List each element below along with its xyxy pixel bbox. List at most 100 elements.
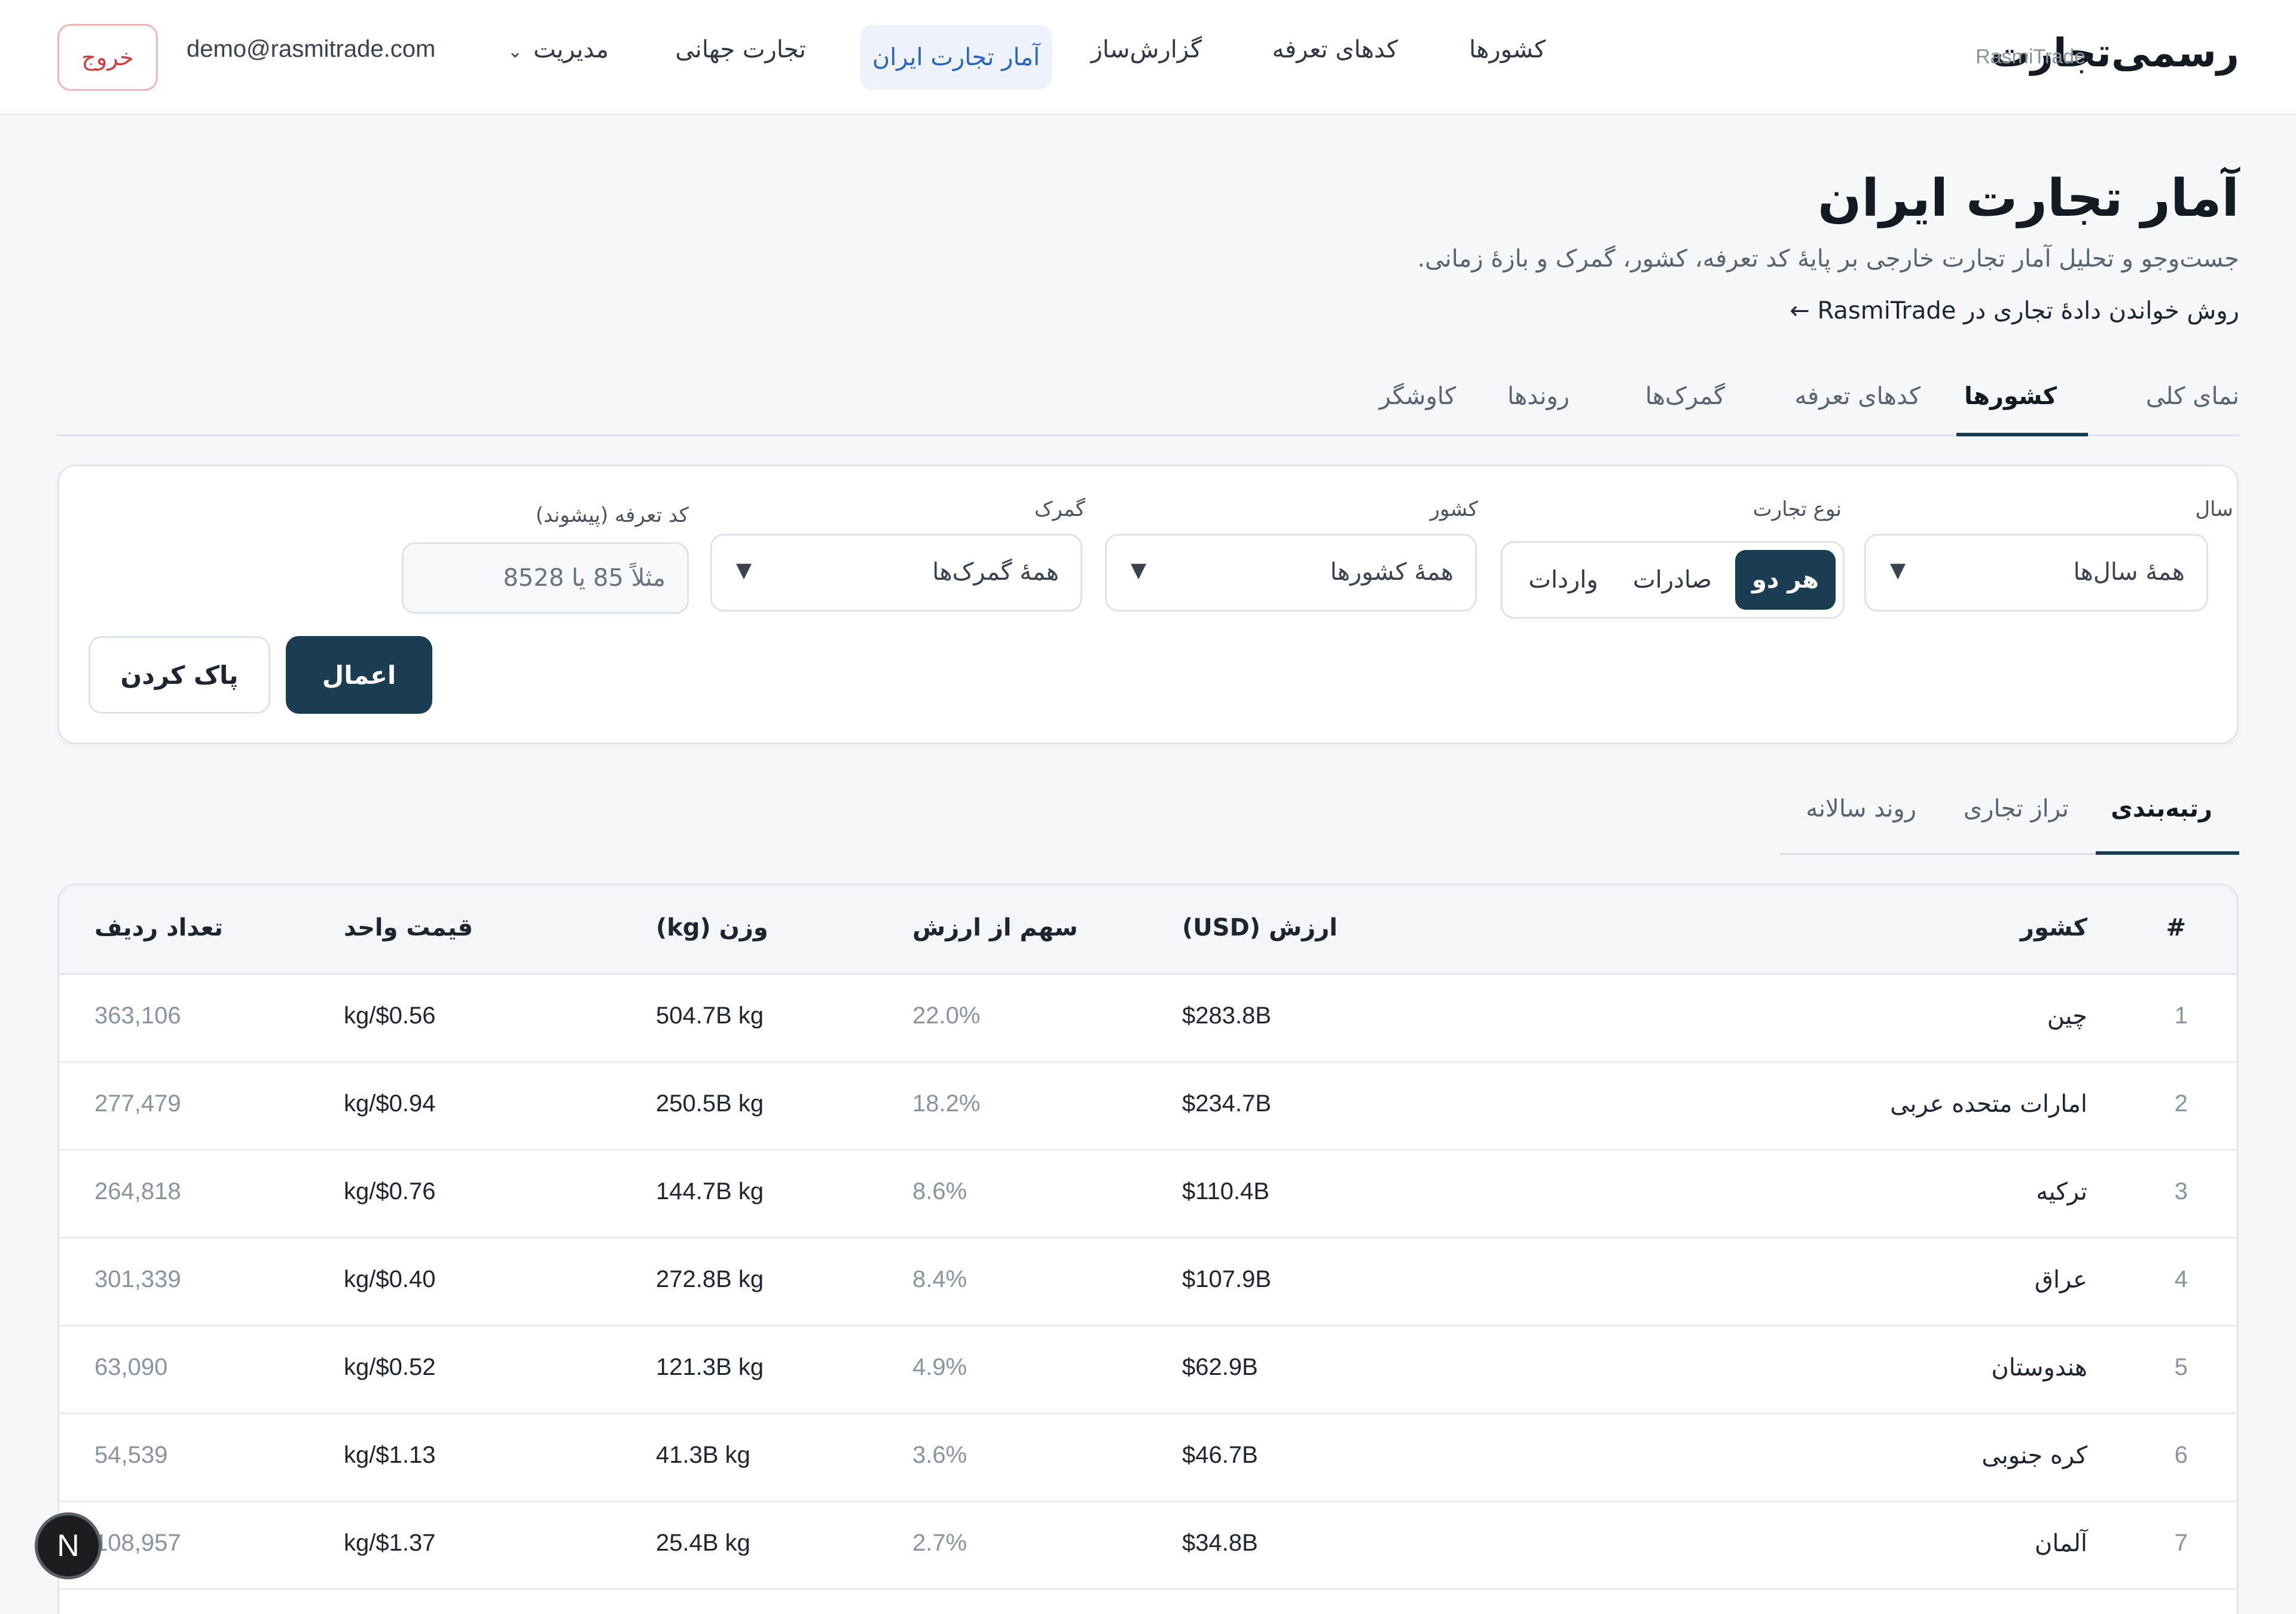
- trade-type-imports[interactable]: واردات: [1511, 550, 1616, 610]
- cell-unit-price: kg/$0.52: [344, 1354, 436, 1380]
- cell-country: ترکیه: [2036, 1178, 2087, 1206]
- nav-countries[interactable]: کشورها: [1469, 36, 1546, 63]
- cell-country: کره جنوبی: [1981, 1442, 2087, 1469]
- tab-customs[interactable]: گمرک‌ها: [1645, 383, 1725, 410]
- cell-value: $34.8B: [1182, 1530, 1258, 1556]
- brand-subtitle: RasmiTrade: [1976, 45, 2086, 68]
- cell-share: 22.0%: [912, 1002, 981, 1029]
- country-label: کشور: [1430, 497, 1478, 521]
- cell-index: 6: [2174, 1442, 2188, 1468]
- table-header: # کشور ارزش (USD) سهم از ارزش وزن (kg) ق…: [59, 885, 2237, 975]
- cell-country: چین: [2047, 1002, 2087, 1030]
- dropdown-arrow-icon: ▼: [1890, 558, 1906, 582]
- cell-unit-price: kg/$1.13: [344, 1442, 436, 1468]
- tab-tariff-codes[interactable]: کدهای تعرفه: [1795, 383, 1921, 410]
- table-row[interactable]: 6 کره جنوبی $46.7B 3.6% 41.3B kg kg/$1.1…: [59, 1414, 2237, 1502]
- trade-type-both[interactable]: هر دو: [1735, 550, 1836, 610]
- col-share[interactable]: سهم از ارزش: [912, 914, 1078, 941]
- cell-index: 4: [2174, 1266, 2188, 1292]
- trade-type-exports[interactable]: صادرات: [1622, 550, 1723, 610]
- top-navbar: رسمی‌تجارت RasmiTrade کشورها کدهای تعرفه…: [0, 0, 2296, 115]
- col-weight[interactable]: وزن (kg): [656, 914, 768, 941]
- nav-report-builder[interactable]: گزارش‌ساز: [1091, 36, 1202, 63]
- country-select[interactable]: همهٔ کشورها ▼: [1105, 534, 1477, 612]
- cell-country: هندوستان: [1991, 1354, 2087, 1381]
- cell-weight: 272.8B kg: [656, 1266, 764, 1292]
- cell-row-count: 63,090: [94, 1354, 168, 1380]
- col-value[interactable]: ارزش (USD): [1182, 914, 1338, 941]
- nav-tariff-codes[interactable]: کدهای تعرفه: [1272, 36, 1398, 63]
- cell-value: $234.7B: [1182, 1090, 1272, 1117]
- tab-trends[interactable]: روندها: [1507, 383, 1570, 410]
- cell-row-count: 277,479: [94, 1090, 181, 1117]
- cell-unit-price: kg/$0.76: [344, 1178, 436, 1205]
- table-row[interactable]: 2 امارات متحده عربی $234.7B 18.2% 250.5B…: [59, 1063, 2237, 1151]
- year-label: سال: [2195, 497, 2233, 521]
- tab-explorer[interactable]: کاوشگر: [1379, 383, 1456, 410]
- table-row[interactable]: 1 چین $283.8B 22.0% 504.7B kg kg/$0.56 3…: [59, 975, 2237, 1063]
- cell-weight: 144.7B kg: [656, 1178, 764, 1205]
- tab-ranking[interactable]: رتبه‌بندی: [2111, 795, 2212, 823]
- table-row[interactable]: 4 عراق $107.9B 8.4% 272.8B kg kg/$0.40 3…: [59, 1239, 2237, 1326]
- year-select[interactable]: همهٔ سال‌ها ▼: [1864, 534, 2208, 612]
- cell-share: 3.6%: [912, 1442, 967, 1468]
- cell-share: 2.7%: [912, 1530, 967, 1556]
- trade-type-label: نوع تجارت: [1752, 497, 1842, 521]
- cell-value: $110.4B: [1182, 1178, 1270, 1205]
- tariff-prefix-label: کد تعرفه (پیشوند): [535, 503, 689, 527]
- clear-button[interactable]: پاک کردن: [88, 636, 270, 714]
- view-tabs: رتبه‌بندی تراز تجاری روند سالانه: [1780, 783, 2239, 855]
- tab-overview[interactable]: نمای کلی: [2146, 383, 2239, 410]
- tab-trade-balance[interactable]: تراز تجاری: [1964, 795, 2069, 823]
- cell-weight: 41.3B kg: [656, 1442, 750, 1468]
- tariff-prefix-input[interactable]: مثلاً 85 یا 8528: [402, 542, 689, 614]
- table-row[interactable]: 3 ترکیه $110.4B 8.6% 144.7B kg kg/$0.76 …: [59, 1151, 2237, 1239]
- tab-annual-trend[interactable]: روند سالانه: [1806, 795, 1916, 823]
- customs-select-value: همهٔ گمرک‌ها: [932, 558, 1059, 586]
- cell-value: $283.8B: [1182, 1002, 1272, 1029]
- logout-button[interactable]: خروج: [57, 24, 158, 91]
- cell-row-count: 264,818: [94, 1178, 181, 1205]
- cell-value: $62.9B: [1182, 1354, 1258, 1380]
- table-row[interactable]: 7 آلمان $34.8B 2.7% 25.4B kg kg/$1.37 10…: [59, 1502, 2237, 1590]
- cell-unit-price: kg/$0.56: [344, 1002, 436, 1029]
- cell-weight: 25.4B kg: [656, 1530, 750, 1556]
- cell-country: آلمان: [2035, 1530, 2087, 1557]
- nav-admin-menu[interactable]: مدیریت ⌄: [508, 36, 609, 63]
- cell-weight: 250.5B kg: [656, 1090, 764, 1117]
- framework-badge-icon[interactable]: N: [35, 1512, 102, 1579]
- cell-share: 8.4%: [912, 1266, 967, 1292]
- cell-row-count: 363,106: [94, 1002, 181, 1029]
- ranking-table: # کشور ارزش (USD) سهم از ارزش وزن (kg) ق…: [57, 884, 2239, 1614]
- customs-label: گمرک: [1034, 497, 1085, 521]
- active-subtab-indicator: [2096, 851, 2239, 855]
- guide-link[interactable]: روش خواندن دادهٔ تجاری در RasmiTrade ←: [1790, 297, 2239, 325]
- nav-iran-trade-stats[interactable]: آمار تجارت ایران: [860, 25, 1052, 90]
- cell-country: عراق: [2034, 1266, 2087, 1294]
- cell-index: 5: [2174, 1354, 2188, 1380]
- cell-row-count: 54,539: [94, 1442, 168, 1468]
- dropdown-arrow-icon: ▼: [1131, 558, 1147, 582]
- col-unit-price[interactable]: قیمت واحد: [344, 914, 473, 941]
- cell-index: 3: [2174, 1178, 2188, 1205]
- year-select-value: همهٔ سال‌ها: [2073, 558, 2185, 586]
- dropdown-arrow-icon: ▼: [736, 558, 752, 582]
- page-title: آمار تجارت ایران: [1817, 169, 2239, 228]
- user-email: demo@rasmitrade.com: [187, 36, 436, 62]
- cell-row-count: 108,957: [94, 1530, 181, 1556]
- cell-weight: 121.3B kg: [656, 1354, 764, 1380]
- tab-countries[interactable]: کشورها: [1964, 383, 2057, 410]
- country-select-value: همهٔ کشورها: [1330, 558, 1454, 586]
- apply-button[interactable]: اعمال: [286, 636, 432, 714]
- customs-select[interactable]: همهٔ گمرک‌ها ▼: [710, 534, 1082, 612]
- nav-world-trade[interactable]: تجارت جهانی: [675, 36, 806, 63]
- cell-country: امارات متحده عربی: [1890, 1090, 2087, 1118]
- col-row-count[interactable]: تعداد ردیف: [94, 914, 223, 941]
- cell-weight: 504.7B kg: [656, 1002, 764, 1029]
- chevron-down-icon: ⌄: [507, 41, 523, 62]
- table-row[interactable]: 5 هندوستان $62.9B 4.9% 121.3B kg kg/$0.5…: [59, 1326, 2237, 1414]
- cell-share: 8.6%: [912, 1178, 967, 1205]
- col-index: #: [2166, 914, 2186, 941]
- cell-row-count: 301,339: [94, 1266, 181, 1292]
- col-country[interactable]: کشور: [2020, 914, 2087, 941]
